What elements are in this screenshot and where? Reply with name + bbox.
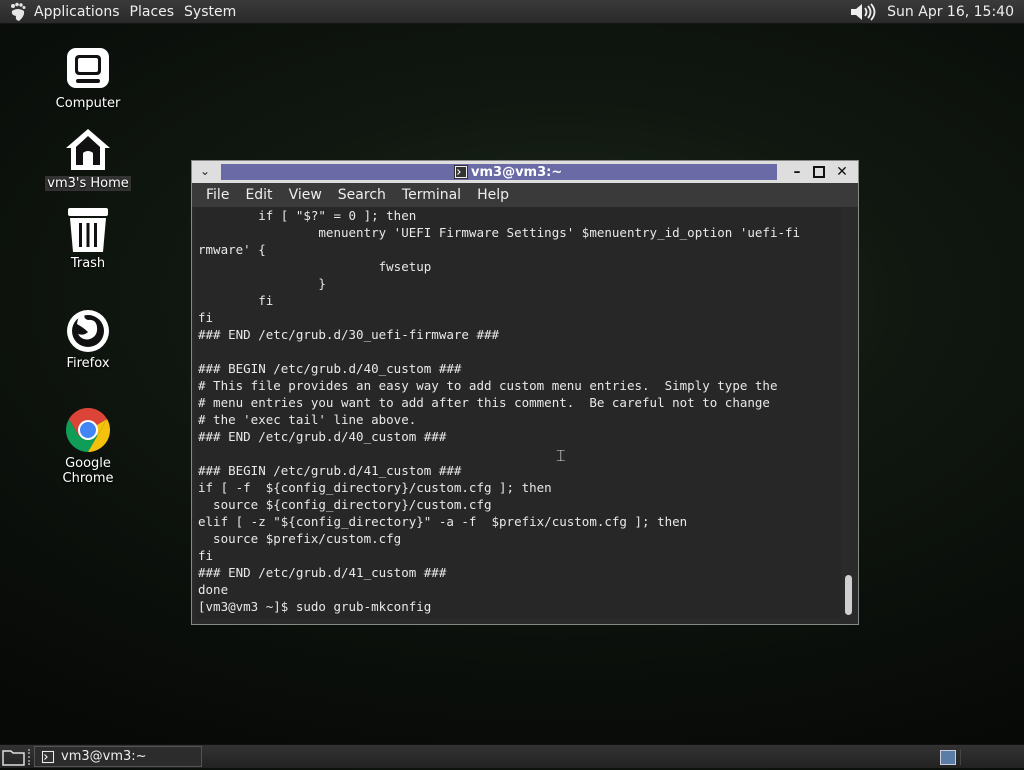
taskbar-label: vm3@vm3:~ (61, 749, 147, 764)
terminal-line: # the 'exec tail' line above. (198, 412, 417, 427)
menu-help[interactable]: Help (469, 187, 517, 203)
terminal-line: elif [ -z "${config_directory}" -a -f $p… (198, 514, 688, 529)
terminal-icon (454, 165, 468, 179)
terminal-line: done (198, 582, 229, 597)
menu-terminal[interactable]: Terminal (394, 187, 469, 203)
terminal-line: ### BEGIN /etc/grub.d/40_custom ### (198, 361, 462, 376)
computer-icon (64, 46, 112, 94)
close-button[interactable]: ✕ (833, 163, 851, 181)
workspace-1[interactable] (940, 750, 956, 765)
terminal-line: ### BEGIN /etc/grub.d/41_custom ### (198, 463, 462, 478)
scrollbar-thumb[interactable] (845, 575, 852, 615)
menu-edit[interactable]: Edit (237, 187, 280, 203)
terminal-line: if [ -f ${config_directory}/custom.cfg ]… (198, 480, 552, 495)
menu-view[interactable]: View (281, 187, 330, 203)
terminal-output[interactable]: if [ "$?" = 0 ]; then menuentry 'UEFI Fi… (195, 207, 841, 619)
terminal-line: if [ "$?" = 0 ]; then (258, 208, 417, 223)
desktop-icon-label: vm3's Home (45, 176, 131, 191)
terminal-icon (41, 749, 55, 764)
terminal-text: if [ "$?" = 0 ]; then menuentry 'UEFI Fi… (195, 207, 800, 615)
desktop-icon-computer[interactable]: Computer (38, 46, 138, 111)
places-menu[interactable]: Places (128, 4, 183, 20)
menu-file[interactable]: File (198, 187, 237, 203)
top-panel: Applications Places System Sun Apr 16, 1… (0, 0, 1024, 24)
desktop-icon-trash[interactable]: Trash (38, 206, 138, 271)
terminal-line: [vm3@vm3 ~]$ sudo grub-mkconfig (198, 599, 432, 614)
terminal-line: fi (198, 548, 214, 563)
desktop-icon-label: Computer (55, 96, 121, 111)
window-menu-chevron-down-icon[interactable]: ⌄ (200, 164, 210, 178)
desktop-icon-label: Trash (70, 256, 106, 271)
workspace-switcher[interactable] (960, 749, 1021, 765)
desktop-icon-label: Google Chrome (62, 456, 114, 486)
terminal-line: # This file provides an easy way to add … (198, 378, 778, 393)
terminal-line: source $prefix/custom.cfg (213, 531, 402, 546)
home-icon (64, 126, 112, 174)
clock[interactable]: Sun Apr 16, 15:40 (883, 4, 1024, 20)
terminal-line: fi (258, 293, 274, 308)
trash-icon (64, 206, 112, 254)
desktop-icon-firefox[interactable]: Firefox (38, 306, 138, 371)
window-title-text: vm3@vm3:~ (471, 164, 563, 180)
show-desktop-icon[interactable] (2, 748, 26, 770)
terminal-line: fi (198, 310, 214, 325)
minimize-button[interactable]: – (788, 163, 806, 181)
bottom-panel: vm3@vm3:~ (0, 744, 1024, 768)
applications-menu[interactable]: Applications (32, 4, 128, 20)
terminal-line: ### END /etc/grub.d/30_uefi-firmware ### (198, 327, 500, 342)
terminal-line: source ${config_directory}/custom.cfg (213, 497, 492, 512)
terminal-line: menuentry 'UEFI Firmware Settings' $menu… (318, 225, 801, 240)
desktop-icon-google-chrome[interactable]: Google Chrome (38, 406, 138, 486)
menu-search[interactable]: Search (330, 187, 394, 203)
maximize-button[interactable] (810, 163, 828, 181)
terminal-window[interactable]: ⌄ vm3@vm3:~ – ✕ File Edit View Search Te… (191, 160, 859, 625)
terminal-line: fwsetup (378, 259, 432, 274)
desktop-icon-label: Firefox (66, 356, 110, 371)
volume-icon[interactable] (849, 2, 879, 22)
terminal-line: # menu entries you want to add after thi… (198, 395, 770, 410)
desktop-icon-home[interactable]: vm3's Home (38, 126, 138, 191)
terminal-line: } (318, 276, 326, 291)
terminal-scrollbar[interactable] (841, 207, 857, 619)
terminal-line: ### END /etc/grub.d/41_custom ### (198, 565, 447, 580)
terminal-menubar: File Edit View Search Terminal Help (192, 183, 858, 207)
firefox-icon (64, 306, 112, 354)
taskbar-button-terminal[interactable]: vm3@vm3:~ (34, 746, 202, 767)
window-titlebar[interactable]: ⌄ vm3@vm3:~ – ✕ (192, 161, 858, 183)
text-cursor-icon: ⌶ (556, 446, 566, 465)
terminal-line: rmware' { (198, 242, 266, 257)
chrome-icon (64, 406, 112, 454)
gnome-foot-icon[interactable] (8, 2, 28, 22)
window-title: vm3@vm3:~ (454, 163, 562, 181)
terminal-line: ### END /etc/grub.d/40_custom ### (198, 429, 447, 444)
system-menu[interactable]: System (182, 4, 244, 20)
